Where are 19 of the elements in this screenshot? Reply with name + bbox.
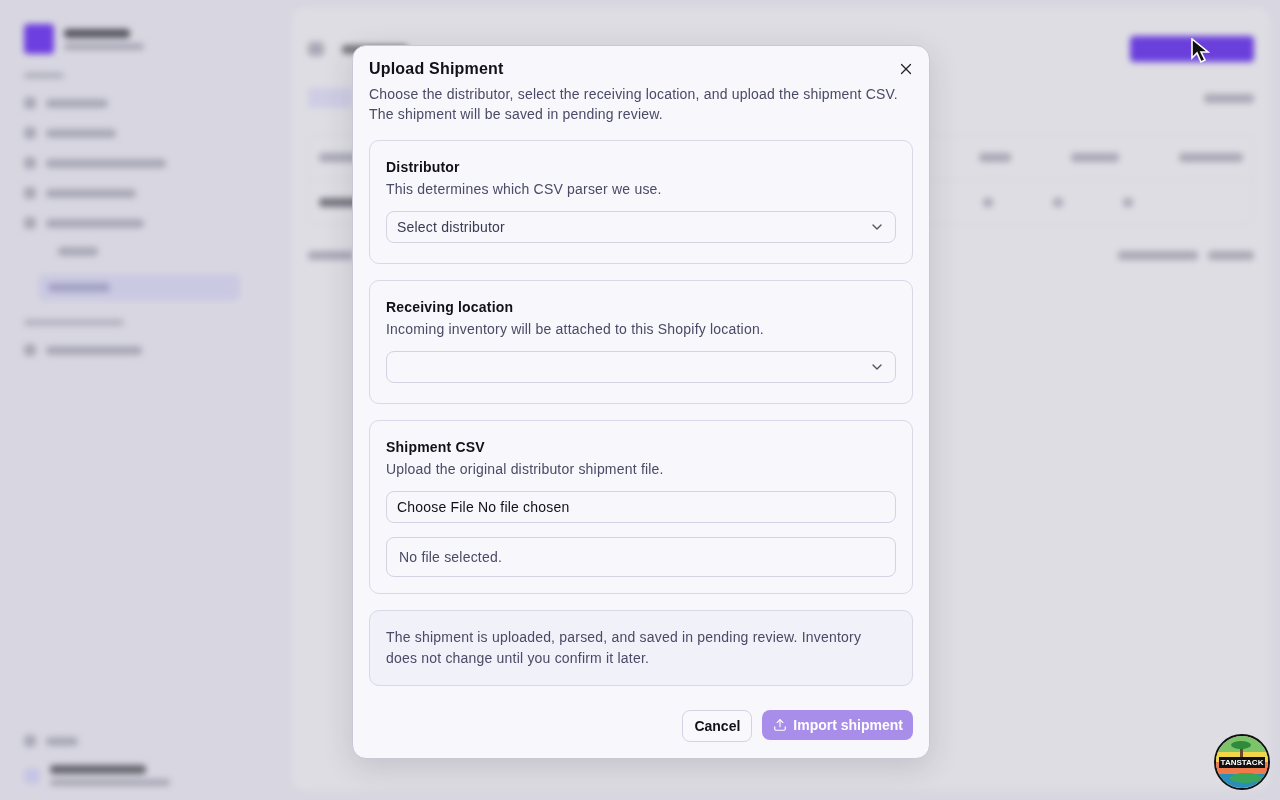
section-hint: This determines which CSV parser we use. xyxy=(386,180,662,199)
badge-label: TANSTACK xyxy=(1218,756,1266,768)
upload-icon xyxy=(773,718,788,732)
section-title: Receiving location xyxy=(386,298,514,317)
select-field[interactable] xyxy=(386,351,896,383)
choose-file-button[interactable]: Choose File xyxy=(397,499,474,515)
file-input[interactable]: Choose File No file chosen xyxy=(386,491,896,523)
file-status: No file chosen xyxy=(477,499,570,515)
section-title: Distributor xyxy=(386,158,460,177)
select-field[interactable]: Select distributor xyxy=(386,211,896,243)
info-note: The shipment is uploaded, parsed, and saved in pending review. Inventory does not change until you confirm it later. xyxy=(369,610,913,686)
cancel-button[interactable]: Cancel xyxy=(682,710,753,742)
dialog-title: Upload Shipment xyxy=(369,60,504,78)
dialog-description: Choose the distributor, select the receiving location, and upload the shipment CSV. The shipment will be saved in pending review. xyxy=(369,85,899,124)
section-hint: Incoming inventory will be attached to this Shopify location. xyxy=(386,320,764,339)
devtools-badge[interactable]: TANSTACK xyxy=(1214,734,1270,790)
section-title: Shipment CSV xyxy=(386,438,485,457)
selected-file-box: No file selected. xyxy=(386,537,896,577)
section-hint: Upload the original distributor shipment file. xyxy=(386,460,664,479)
